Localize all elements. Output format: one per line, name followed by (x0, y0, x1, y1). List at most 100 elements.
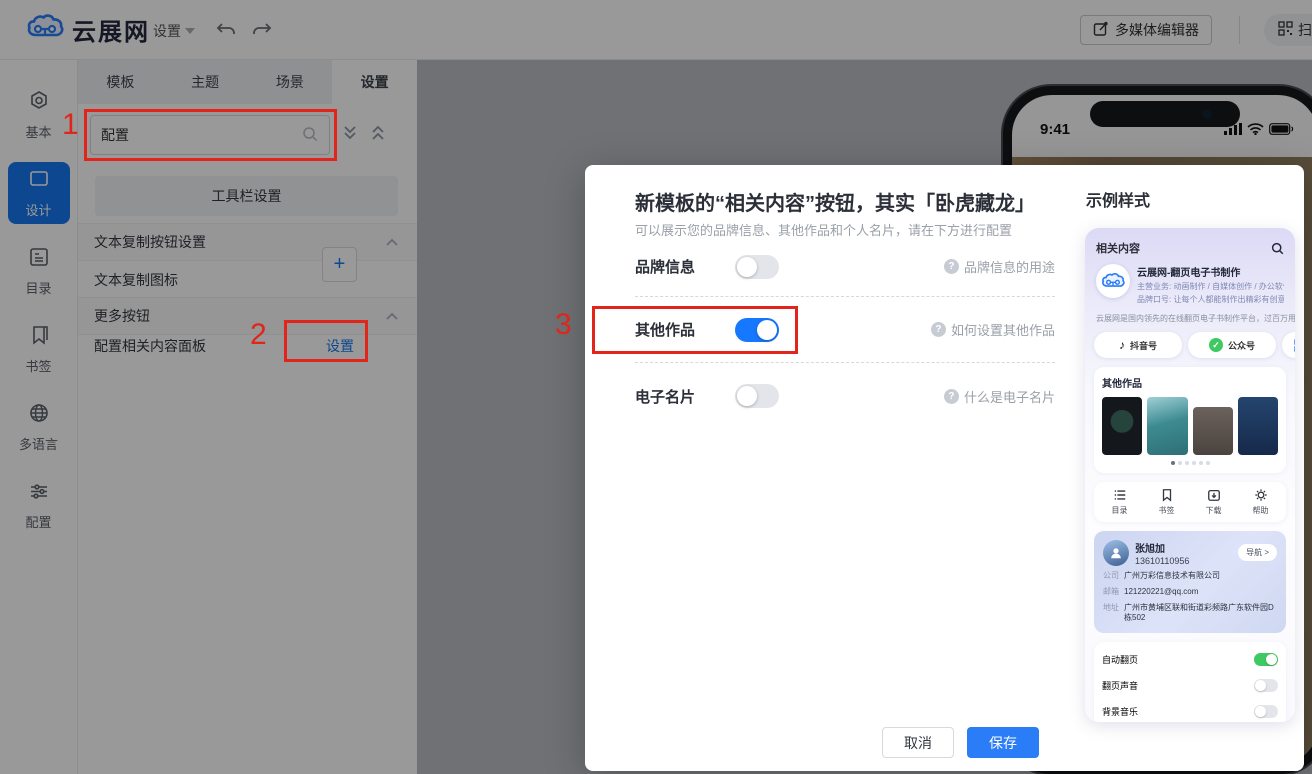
toggle-knob (1266, 654, 1277, 665)
help-label: 什么是电子名片 (964, 387, 1055, 406)
toggle-knob (737, 257, 757, 277)
qr-code-icon (1294, 339, 1295, 352)
help-label: 如何设置其他作品 (951, 320, 1055, 339)
social-buttons: ♪ 抖音号 ✓ 公众号 (1094, 332, 1286, 358)
preview-settings-card: 自动翻页 翻页声音 背景音乐 (1094, 642, 1286, 722)
avatar (1103, 540, 1129, 566)
business-card-help-link[interactable]: ? 什么是电子名片 (944, 387, 1055, 406)
nav-label: 帮助 (1253, 505, 1269, 516)
nav-label: 下载 (1206, 505, 1222, 516)
nav-help[interactable]: 帮助 (1253, 488, 1269, 516)
qr-button[interactable] (1282, 332, 1295, 358)
help-label: 品牌信息的用途 (964, 257, 1055, 276)
nav-catalog[interactable]: 目录 (1112, 488, 1128, 516)
flip-sound-toggle[interactable] (1254, 679, 1278, 692)
question-icon: ? (931, 322, 946, 337)
flip-sound-row: 翻页声音 (1102, 672, 1278, 698)
question-icon: ? (944, 389, 959, 404)
row-other-works: 其他作品 ? 如何设置其他作品 (635, 297, 1055, 363)
tiktok-note-icon: ♪ (1119, 338, 1125, 352)
business-card: 张旭加 13610110956 导航 > 公司 广州万彩信息技术有限公司 邮箱 … (1094, 531, 1286, 633)
other-works-card: 其他作品 (1094, 367, 1286, 473)
nav-bookmark[interactable]: 书签 (1159, 488, 1175, 516)
save-button[interactable]: 保存 (967, 727, 1039, 758)
field-label: 邮箱 (1103, 587, 1119, 598)
brand-info-toggle[interactable] (735, 255, 779, 279)
other-works-help-link[interactable]: ? 如何设置其他作品 (931, 320, 1055, 339)
annotation-number-1: 1 (62, 108, 79, 142)
brand-info-help-link[interactable]: ? 品牌信息的用途 (944, 257, 1055, 276)
preview-heading: 示例样式 (1086, 187, 1150, 211)
other-works-toggle[interactable] (735, 318, 779, 342)
field-value: 121220221@qq.com (1124, 587, 1198, 598)
app-root: 云展网 设置 多媒体编辑器 扫码 基本 (0, 0, 1312, 774)
row-brand-info: 品牌信息 ? 品牌信息的用途 (635, 237, 1055, 297)
wechat-official-button[interactable]: ✓ 公众号 (1188, 332, 1276, 358)
row-business-card: 电子名片 ? 什么是电子名片 (635, 363, 1055, 429)
brand-block: 云展网-翻页电子书制作 主营业务: 动画制作 / 自媒体创作 / 办公软件 品牌… (1094, 262, 1286, 307)
works-thumbnails (1102, 397, 1278, 455)
field-label: 公司 (1103, 571, 1119, 582)
search-icon[interactable] (1271, 242, 1284, 255)
setting-label: 自动翻页 (1102, 653, 1138, 666)
preview-panel-title: 相关内容 (1096, 240, 1140, 256)
wechat-official-icon: ✓ (1209, 338, 1223, 352)
annotation-number-2: 2 (250, 318, 267, 352)
work-thumbnail-navy-cover[interactable] (1238, 397, 1278, 455)
work-thumbnail-dark-cover[interactable] (1102, 397, 1142, 455)
field-label: 地址 (1103, 603, 1119, 625)
toggle-label: 其他作品 (635, 319, 699, 340)
work-thumbnail-wave-cover[interactable] (1147, 397, 1187, 455)
bookmark-icon (1160, 488, 1174, 502)
social-label: 公众号 (1228, 339, 1255, 352)
auto-flip-toggle[interactable] (1254, 653, 1278, 666)
question-icon: ? (944, 259, 959, 274)
brand-business-line: 主营业务: 动画制作 / 自媒体创作 / 办公软件 (1137, 281, 1284, 292)
business-card-toggle[interactable] (735, 384, 779, 408)
setting-label: 翻页声音 (1102, 679, 1138, 692)
brand-cloud-logo-icon (1096, 264, 1130, 298)
toggle-knob (737, 386, 757, 406)
related-content-dialog: 新模板的“相关内容”按钮，其实「卧虎藏龙」 可以展示您的品牌信息、其他作品和个人… (585, 165, 1304, 771)
field-value: 广州万彩信息技术有限公司 (1124, 571, 1220, 582)
toggle-knob (1255, 706, 1266, 717)
douyin-button[interactable]: ♪ 抖音号 (1094, 332, 1182, 358)
toggle-label: 电子名片 (635, 386, 699, 407)
preview-panel-header: 相关内容 (1094, 238, 1286, 262)
download-icon (1207, 488, 1221, 502)
brand-name: 云展网-翻页电子书制作 (1137, 264, 1284, 279)
nav-download[interactable]: 下载 (1206, 488, 1222, 516)
help-gear-icon (1254, 488, 1268, 502)
brand-slogan-line: 品牌口号: 让每个人都能制作出精彩有创意的数字... (1137, 294, 1284, 305)
business-card-header: 张旭加 13610110956 导航 > (1103, 540, 1277, 566)
field-value: 广州市黄埔区联和街道彩频路广东软件园D栋502 (1124, 603, 1277, 625)
background-music-row: 背景音乐 (1102, 698, 1278, 722)
preview-phone-panel: 相关内容 云展网-翻页电子书制作 主营业务: 动画制作 / 自媒体创作 / 办公… (1085, 228, 1295, 722)
auto-flip-row: 自动翻页 (1102, 646, 1278, 672)
brand-description: 云展网是国内领先的在线翻页电子书制作平台，过百万用户...更多 (1096, 313, 1284, 324)
company-row: 公司 广州万彩信息技术有限公司 (1103, 571, 1277, 582)
preview-nav-card: 目录 书签 下载 帮助 (1094, 482, 1286, 522)
nav-label: 目录 (1112, 505, 1128, 516)
navigate-button[interactable]: 导航 > (1238, 544, 1277, 561)
brand-description-text: 云展网是国内领先的在线翻页电子书制作平台，过百万用户... (1096, 314, 1295, 323)
email-row: 邮箱 121220221@qq.com (1103, 587, 1277, 598)
other-works-title: 其他作品 (1102, 375, 1278, 390)
toggle-knob (757, 320, 777, 340)
social-label: 抖音号 (1130, 339, 1157, 352)
toggle-label: 品牌信息 (635, 256, 699, 277)
address-row: 地址 广州市黄埔区联和街道彩频路广东软件园D栋502 (1103, 603, 1277, 625)
toggle-knob (1255, 680, 1266, 691)
cancel-button[interactable]: 取消 (882, 727, 954, 758)
background-music-toggle[interactable] (1254, 705, 1278, 718)
contact-name: 张旭加 (1135, 540, 1189, 555)
catalog-list-icon (1113, 488, 1127, 502)
annotation-number-3: 3 (555, 308, 572, 342)
dialog-title: 新模板的“相关内容”按钮，其实「卧虎藏龙」 (635, 187, 1035, 216)
carousel-dots[interactable] (1102, 461, 1278, 465)
dialog-toggle-rows: 品牌信息 ? 品牌信息的用途 其他作品 ? 如何设置其他作品 电子名片 (635, 237, 1055, 429)
contact-phone: 13610110956 (1135, 556, 1189, 566)
setting-label: 背景音乐 (1102, 705, 1138, 718)
work-thumbnail-taupe-cover[interactable] (1193, 407, 1233, 455)
nav-label: 书签 (1159, 505, 1175, 516)
